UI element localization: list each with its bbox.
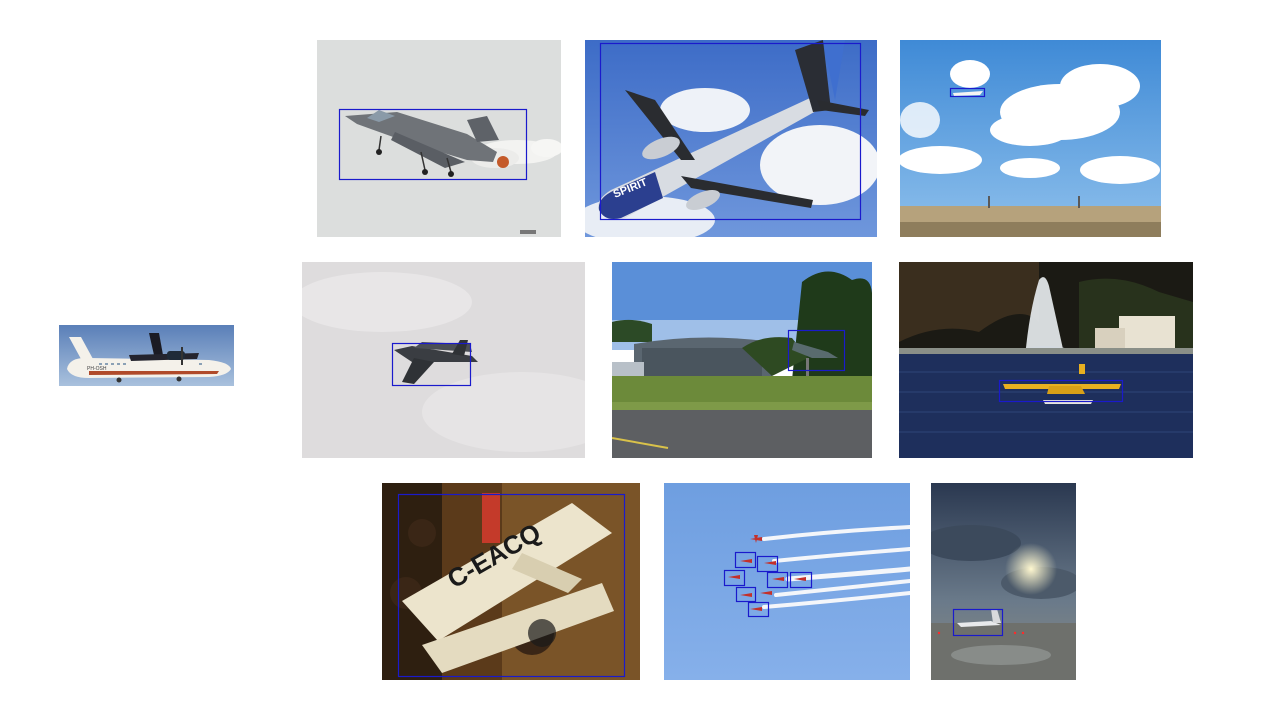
result-image-5[interactable] [612,262,872,458]
query-image[interactable]: PH-OSH [59,325,234,386]
business-jet-tarmac-photo [931,483,1076,680]
result-image-8[interactable] [664,483,910,680]
red-arrows-formation-photo [664,483,910,680]
result-image-6[interactable] [899,262,1193,458]
hangar-jet-photo [612,262,872,458]
result-image-2[interactable]: SPIRIT [585,40,877,237]
floatplane-fountain-photo [899,262,1193,458]
spirit-airliner-photo: SPIRIT [585,40,877,237]
result-image-9[interactable] [931,483,1076,680]
query-livery-text: PH-OSH [87,366,107,372]
gripen-fighter-photo [317,40,561,237]
result-image-3[interactable] [900,40,1161,237]
fokker-airliner-photo: PH-OSH [59,325,234,386]
result-image-1[interactable] [317,40,561,237]
result-image-4[interactable] [302,262,585,458]
c17-transport-photo [302,262,585,458]
small-jet-clouds-photo [900,40,1161,237]
result-image-7[interactable]: C-EACQ [382,483,640,680]
vintage-biplane-photo: C-EACQ [382,483,640,680]
